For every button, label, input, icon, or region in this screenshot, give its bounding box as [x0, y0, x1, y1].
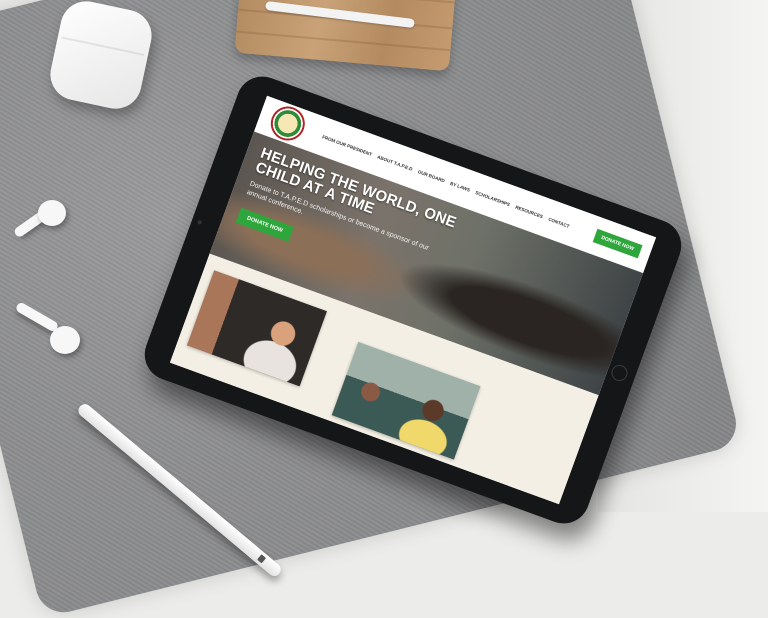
front-camera	[197, 219, 203, 225]
earbud	[50, 326, 80, 354]
nav-resources[interactable]: RESOURCES	[515, 204, 544, 219]
nav-by-laws[interactable]: BY LAWS	[450, 180, 471, 192]
nav-our-board[interactable]: OUR BOARD	[417, 169, 445, 183]
nav-contact[interactable]: CONTACT	[548, 216, 571, 228]
nav-about[interactable]: ABOUT T.A.P.E.D	[377, 154, 414, 171]
nav-from-our-president[interactable]: FROM OUR PRESIDENT	[322, 134, 373, 157]
home-button[interactable]	[609, 362, 630, 384]
classroom-photo	[331, 341, 481, 460]
nav-scholarships[interactable]: SCHOLARSHIPS	[475, 190, 511, 207]
hero-donate-button[interactable]: DONATE NOW	[235, 207, 294, 242]
earbud	[38, 200, 66, 226]
header-donate-button[interactable]: DONATE NOW	[592, 228, 643, 259]
